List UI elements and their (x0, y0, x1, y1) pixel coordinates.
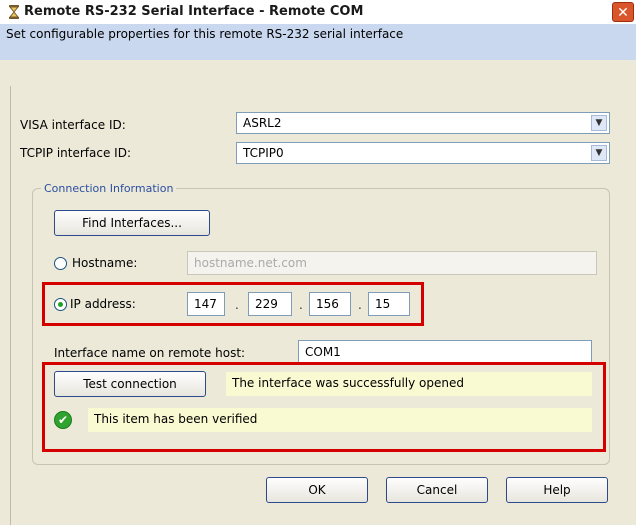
remote-interface-name-input[interactable]: COM1 (298, 340, 592, 364)
dialog-window: Remote RS-232 Serial Interface - Remote … (0, 0, 636, 525)
visa-interface-label: VISA interface ID: (20, 118, 126, 132)
close-button[interactable]: ✕ (612, 2, 634, 22)
remote-interface-name-label: Interface name on remote host: (54, 346, 246, 360)
test-connection-highlight (42, 362, 606, 452)
find-interfaces-button[interactable]: Find Interfaces... (54, 210, 210, 236)
cancel-button[interactable]: Cancel (386, 477, 488, 503)
visa-interface-select[interactable]: ASRL2 ▼ (236, 112, 610, 134)
visa-interface-value: ASRL2 (243, 116, 282, 130)
window-title: Remote RS-232 Serial Interface - Remote … (24, 4, 364, 19)
ok-button[interactable]: OK (266, 477, 368, 503)
tcpip-interface-select[interactable]: TCPIP0 ▼ (236, 142, 610, 164)
group-title: Connection Information (44, 182, 174, 195)
ip-address-highlight (42, 282, 424, 326)
hostname-label: Hostname: (72, 256, 138, 270)
tcpip-interface-value: TCPIP0 (243, 146, 284, 160)
chevron-down-icon[interactable]: ▼ (591, 145, 607, 161)
hourglass-icon (6, 4, 22, 20)
help-button[interactable]: Help (506, 477, 608, 503)
description-banner: Set configurable properties for this rem… (0, 24, 636, 60)
hostname-radio[interactable] (54, 257, 67, 270)
tcpip-interface-label: TCPIP interface ID: (20, 146, 131, 160)
chevron-down-icon[interactable]: ▼ (591, 115, 607, 131)
hostname-input[interactable]: hostname.net.com (187, 251, 597, 275)
title-bar[interactable]: Remote RS-232 Serial Interface - Remote … (0, 0, 636, 24)
banner-text: Set configurable properties for this rem… (6, 27, 404, 41)
